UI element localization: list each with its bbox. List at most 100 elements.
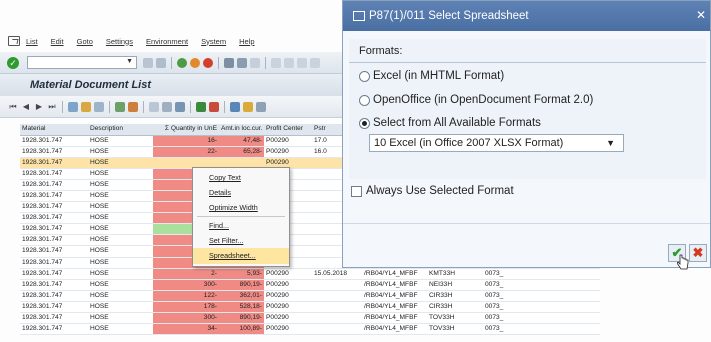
cancel-button[interactable]: ✖ bbox=[689, 244, 707, 262]
cell-material[interactable]: 1928.301.747 bbox=[20, 147, 88, 157]
cell-description[interactable]: HOSE bbox=[88, 136, 153, 146]
export-icon[interactable] bbox=[162, 101, 172, 112]
cell-amount[interactable]: 100,89- bbox=[219, 323, 264, 334]
cell-profit-center[interactable]: P00290 bbox=[264, 302, 312, 312]
cell-description[interactable]: HOSE bbox=[88, 258, 153, 268]
menu-item-copy-text[interactable]: Copy Text bbox=[193, 170, 289, 185]
command-field[interactable]: ▼ bbox=[27, 56, 137, 69]
cell-description[interactable]: HOSE bbox=[88, 180, 153, 190]
table-row[interactable]: 1928.301.747 HOSE 300- 890,19- P00290/RB04/Y… bbox=[20, 279, 600, 291]
cell-description[interactable]: HOSE bbox=[88, 202, 153, 212]
next-page-icon[interactable] bbox=[297, 57, 307, 68]
cell-movement-type[interactable]: /RB04/YL4_MFBF bbox=[362, 302, 427, 312]
cell-description[interactable]: HOSE bbox=[88, 158, 153, 168]
cell-posting-date[interactable] bbox=[312, 280, 362, 290]
last-page-icon[interactable] bbox=[310, 57, 320, 68]
cell-document[interactable]: NEI33H bbox=[427, 280, 483, 290]
spreadsheet-icon[interactable] bbox=[196, 101, 206, 112]
menu-environment[interactable]: Environment bbox=[146, 37, 188, 46]
cell-material[interactable]: 1928.301.747 bbox=[20, 324, 88, 334]
cell-description[interactable]: HOSE bbox=[88, 302, 153, 312]
cell-material[interactable]: 1928.301.747 bbox=[20, 169, 88, 179]
close-icon[interactable]: ✕ bbox=[696, 8, 706, 22]
cell-material[interactable]: 1928.301.747 bbox=[20, 269, 88, 279]
table-row[interactable]: 1928.301.747 HOSE 300- 890,19- P00290/RB04/Y… bbox=[20, 312, 600, 324]
cell-movement-type[interactable]: /RB04/YL4_MFBF bbox=[362, 291, 427, 301]
cell-amount[interactable]: 5,93- bbox=[219, 268, 264, 279]
print-icon[interactable] bbox=[224, 57, 234, 68]
cell-amount[interactable]: 65,28- bbox=[219, 147, 264, 158]
radio-all-formats[interactable]: Select from All Available Formats bbox=[359, 117, 541, 129]
first-page-icon[interactable] bbox=[271, 57, 281, 68]
menu-item-optimize-width[interactable]: Optimize Width bbox=[193, 200, 289, 215]
menu-item-set-filter[interactable]: Set Filter... bbox=[193, 233, 289, 248]
cell-extra[interactable]: 0073_ bbox=[483, 324, 563, 334]
table-row[interactable]: 1928.301.747 HOSE 178- 528,18- P00290/RB04/Y… bbox=[20, 301, 600, 313]
window-menu-icon[interactable] bbox=[8, 36, 20, 46]
filter-icon[interactable] bbox=[81, 101, 91, 112]
cell-material[interactable]: 1928.301.747 bbox=[20, 224, 88, 234]
menu-item-spreadsheet[interactable]: Spreadsheet... bbox=[193, 248, 289, 264]
cell-material[interactable]: 1928.301.747 bbox=[20, 246, 88, 256]
cell-movement-type[interactable]: /RB04/YL4_MFBF bbox=[362, 324, 427, 334]
cell-description[interactable]: HOSE bbox=[88, 246, 153, 256]
cell-material[interactable]: 1928.301.747 bbox=[20, 280, 88, 290]
cell-document[interactable]: CIR33H bbox=[427, 302, 483, 312]
save-icon[interactable] bbox=[156, 57, 166, 68]
cell-description[interactable]: HOSE bbox=[88, 169, 153, 179]
cell-material[interactable]: 1928.301.747 bbox=[20, 213, 88, 223]
column-header-material[interactable]: Material bbox=[20, 124, 88, 135]
column-header-profit-center[interactable]: Profit Center bbox=[264, 124, 312, 135]
cell-quantity[interactable]: 22- bbox=[153, 147, 219, 158]
cell-profit-center[interactable]: P00290 bbox=[264, 269, 312, 279]
details-icon[interactable] bbox=[68, 101, 78, 112]
cell-material[interactable]: 1928.301.747 bbox=[20, 136, 88, 146]
cell-quantity[interactable]: 34- bbox=[153, 323, 219, 334]
first-record-icon[interactable]: ⏮ bbox=[8, 102, 18, 112]
cell-description[interactable]: HOSE bbox=[88, 324, 153, 334]
menu-settings[interactable]: Settings bbox=[106, 37, 133, 46]
cell-amount[interactable]: 890,19- bbox=[219, 279, 264, 290]
cell-description[interactable]: HOSE bbox=[88, 235, 153, 245]
cell-posting-date[interactable] bbox=[312, 291, 362, 301]
menu-goto[interactable]: Goto bbox=[77, 37, 93, 46]
cell-profit-center[interactable]: P00290 bbox=[264, 324, 312, 334]
select-layout-icon[interactable] bbox=[230, 101, 240, 112]
cell-material[interactable]: 1928.301.747 bbox=[20, 291, 88, 301]
radio-openoffice[interactable]: OpenOffice (in OpenDocument Format 2.0) bbox=[359, 94, 593, 106]
exit-icon[interactable] bbox=[190, 57, 200, 68]
cell-posting-date[interactable] bbox=[312, 324, 362, 334]
cell-description[interactable]: HOSE bbox=[88, 213, 153, 223]
cell-description[interactable]: HOSE bbox=[88, 291, 153, 301]
checkbox-box[interactable] bbox=[351, 185, 362, 197]
cell-description[interactable]: HOSE bbox=[88, 191, 153, 201]
always-use-format-checkbox[interactable]: Always Use Selected Format bbox=[351, 185, 514, 197]
cell-material[interactable]: 1928.301.747 bbox=[20, 313, 88, 323]
cell-material[interactable]: 1928.301.747 bbox=[20, 202, 88, 212]
menu-item-find[interactable]: Find... bbox=[193, 218, 289, 233]
chevron-down-icon[interactable]: ▼ bbox=[126, 58, 133, 65]
find-icon[interactable] bbox=[237, 57, 247, 68]
cell-material[interactable]: 1928.301.747 bbox=[20, 158, 88, 168]
cell-profit-center[interactable]: P00290 bbox=[264, 136, 312, 146]
cell-quantity[interactable]: 2- bbox=[153, 268, 219, 279]
cell-extra[interactable]: 0073_ bbox=[483, 291, 563, 301]
cell-material[interactable]: 1928.301.747 bbox=[20, 235, 88, 245]
cell-extra[interactable]: 0073_ bbox=[483, 313, 563, 323]
cell-extra[interactable]: 0073_ bbox=[483, 280, 563, 290]
print-preview-icon[interactable] bbox=[149, 101, 159, 112]
graphic-icon[interactable] bbox=[209, 101, 219, 112]
radio-button[interactable] bbox=[359, 94, 370, 106]
cell-posting-date[interactable] bbox=[312, 313, 362, 323]
sum-icon[interactable] bbox=[115, 101, 125, 112]
last-record-icon[interactable]: ⏭ bbox=[47, 102, 57, 112]
table-row[interactable]: 1928.301.747 HOSE 34- 100,89- P00290/RB04/YL… bbox=[20, 323, 600, 335]
table-row[interactable]: 1928.301.747 HOSE 2- 5,93- P00290 15.05.2018/… bbox=[20, 268, 600, 280]
column-header-amount[interactable]: Amt.in loc.cur. bbox=[219, 124, 264, 135]
table-row[interactable]: 1928.301.747 HOSE 122- 362,01- P00290/RB04/Y… bbox=[20, 290, 600, 302]
person-icon[interactable] bbox=[243, 101, 253, 112]
cell-quantity[interactable]: 178- bbox=[153, 301, 219, 312]
column-header-quantity[interactable]: Σ Quantity in UnE bbox=[153, 124, 219, 135]
format-select[interactable]: 10 Excel (in Office 2007 XLSX Format) ▼ bbox=[369, 134, 624, 152]
cell-profit-center[interactable]: P00290 bbox=[264, 291, 312, 301]
